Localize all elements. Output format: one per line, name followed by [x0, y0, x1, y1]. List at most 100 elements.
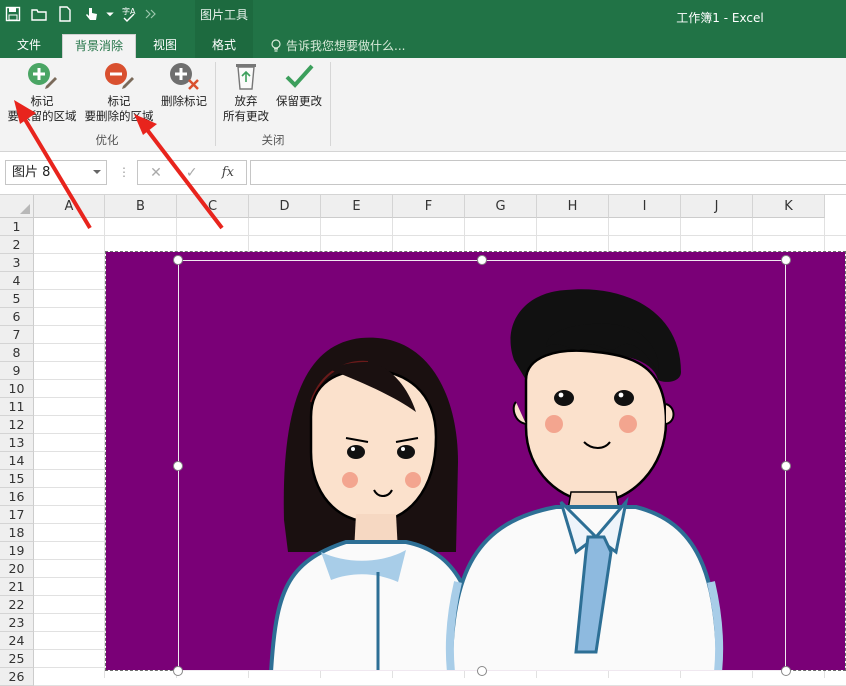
ribbon-tabs: 文件 背景消除 视图 格式 告诉我您想要做什么... [0, 34, 846, 58]
column-header[interactable]: E [321, 195, 393, 218]
checkmark-icon [285, 64, 314, 88]
quick-access-toolbar: 字A [0, 0, 158, 28]
gridline-horizontal [34, 235, 846, 236]
mark-remove-label-1: 标记 [107, 94, 131, 108]
row-header[interactable]: 18 [0, 524, 34, 542]
recycle-bin-icon [236, 64, 256, 90]
row-header[interactable]: 4 [0, 272, 34, 290]
enter-icon[interactable]: ✓ [186, 165, 198, 181]
row-header[interactable]: 11 [0, 398, 34, 416]
row-header[interactable]: 26 [0, 668, 34, 686]
resize-handle[interactable] [781, 255, 791, 265]
row-header[interactable]: 8 [0, 344, 34, 362]
row-header[interactable]: 10 [0, 380, 34, 398]
cancel-icon[interactable]: ✕ [150, 165, 162, 181]
delete-mark-icon [170, 63, 199, 90]
row-header[interactable]: 6 [0, 308, 34, 326]
column-header[interactable]: J [681, 195, 753, 218]
resize-handle[interactable] [173, 666, 183, 676]
insert-function-icon[interactable]: fx [222, 165, 234, 180]
tab-view[interactable]: 视图 [142, 34, 188, 58]
resize-handle[interactable] [173, 255, 183, 265]
column-header[interactable]: D [249, 195, 321, 218]
row-header[interactable]: 20 [0, 560, 34, 578]
mark-areas-to-remove-button[interactable]: 标记 要删除的区域 [80, 60, 158, 124]
minus-pencil-icon [105, 63, 134, 89]
new-file-icon[interactable] [52, 2, 78, 26]
ribbon-group-separator [215, 62, 216, 146]
resize-handle[interactable] [477, 255, 487, 265]
row-header[interactable]: 2 [0, 236, 34, 254]
mark-remove-label-2: 要删除的区域 [84, 109, 154, 123]
group-label-refine: 优化 [95, 133, 119, 147]
formula-bar: 图片 8 ⋮ ✕ ✓ fx [0, 152, 846, 195]
couple-illustration [106, 252, 845, 670]
row-header[interactable]: 21 [0, 578, 34, 596]
context-group-label: 图片工具 [199, 8, 248, 22]
ribbon: 标记 要保留的区域 标记 要删除的区域 删除标记 优化 放弃 所有更改 保留更改… [0, 58, 846, 152]
column-header[interactable]: A [34, 195, 105, 218]
row-header[interactable]: 23 [0, 614, 34, 632]
column-header[interactable]: F [393, 195, 465, 218]
mark-keep-label-2: 要保留的区域 [7, 109, 77, 123]
name-box-value: 图片 8 [12, 165, 51, 180]
row-header[interactable]: 22 [0, 596, 34, 614]
tab-remove-background[interactable]: 背景消除 [62, 34, 136, 58]
tell-me-search[interactable]: 告诉我您想要做什么... [270, 34, 405, 58]
plus-pencil-icon [28, 63, 57, 89]
spelling-icon[interactable]: 字A [116, 2, 142, 26]
row-header[interactable]: 9 [0, 362, 34, 380]
row-header[interactable]: 19 [0, 542, 34, 560]
row-header[interactable]: 12 [0, 416, 34, 434]
discard-label-2: 所有更改 [223, 109, 269, 123]
column-header[interactable]: B [105, 195, 177, 218]
ribbon-group-separator [330, 62, 331, 146]
delete-mark-label: 删除标记 [161, 94, 207, 108]
row-header[interactable]: 7 [0, 326, 34, 344]
select-all-corner[interactable] [0, 195, 34, 218]
column-header[interactable]: H [537, 195, 609, 218]
group-label-close: 关闭 [261, 133, 285, 147]
row-header[interactable]: 24 [0, 632, 34, 650]
save-icon[interactable] [0, 2, 26, 26]
row-header[interactable]: 13 [0, 434, 34, 452]
row-header[interactable]: 17 [0, 506, 34, 524]
lightbulb-icon [271, 39, 281, 52]
row-header[interactable]: 5 [0, 290, 34, 308]
resize-handle[interactable] [781, 666, 791, 676]
resize-handle[interactable] [477, 666, 487, 676]
row-header[interactable]: 16 [0, 488, 34, 506]
open-folder-icon[interactable] [26, 2, 52, 26]
column-header[interactable]: G [465, 195, 537, 218]
resize-handle[interactable] [173, 461, 183, 471]
discard-all-changes-button[interactable]: 放弃 所有更改 [218, 60, 274, 124]
row-header[interactable]: 1 [0, 218, 34, 236]
column-header[interactable]: K [753, 195, 825, 218]
tab-file[interactable]: 文件 [6, 34, 52, 58]
row-header[interactable]: 14 [0, 452, 34, 470]
keep-changes-button[interactable]: 保留更改 [272, 60, 326, 109]
column-header[interactable]: I [609, 195, 681, 218]
chevron-down-icon[interactable] [104, 2, 116, 26]
column-header[interactable]: C [177, 195, 249, 218]
resize-handle[interactable] [781, 461, 791, 471]
mark-keep-label-1: 标记 [30, 94, 54, 108]
selected-picture[interactable] [105, 251, 846, 671]
title-bar: 字A 图片工具 工作簿1 - Excel [0, 0, 846, 34]
formula-bar-grip[interactable]: ⋮ [118, 165, 130, 179]
mark-areas-to-keep-button[interactable]: 标记 要保留的区域 [4, 60, 80, 124]
delete-mark-button[interactable]: 删除标记 [156, 60, 212, 109]
window-title: 工作簿1 - Excel [676, 11, 764, 25]
row-header[interactable]: 3 [0, 254, 34, 272]
formula-input[interactable] [250, 160, 846, 185]
row-header[interactable]: 15 [0, 470, 34, 488]
discard-label-1: 放弃 [234, 94, 258, 108]
chevron-down-icon[interactable] [93, 170, 101, 174]
row-header[interactable]: 25 [0, 650, 34, 668]
name-box[interactable]: 图片 8 [5, 160, 107, 185]
tab-format[interactable]: 格式 [200, 34, 248, 58]
tell-me-text: 告诉我您想要做什么... [286, 39, 406, 53]
more-commands-icon[interactable] [142, 2, 158, 26]
keep-label: 保留更改 [276, 94, 322, 108]
touch-mode-icon[interactable] [78, 2, 104, 26]
